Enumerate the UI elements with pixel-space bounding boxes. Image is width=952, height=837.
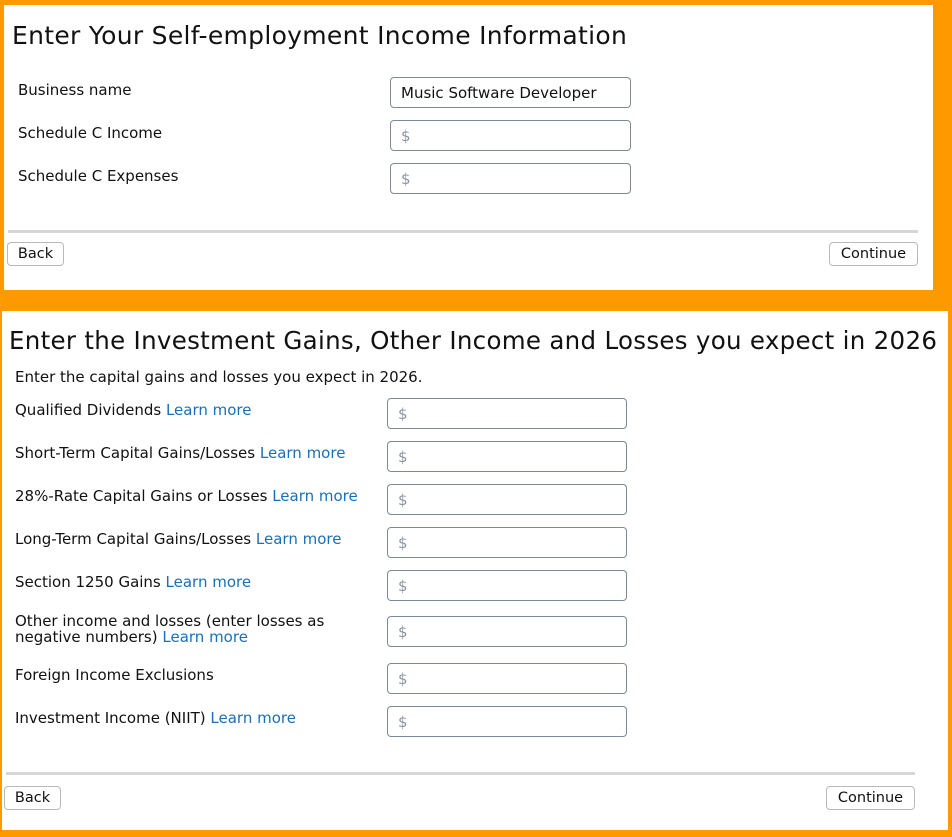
other-income-field[interactable] (387, 616, 627, 647)
rate-28-gains-field[interactable] (387, 484, 627, 515)
learn-more-link[interactable]: Learn more (272, 487, 358, 505)
learn-more-link[interactable]: Learn more (210, 709, 296, 727)
foreign-income-field[interactable] (387, 663, 627, 694)
back-button[interactable]: Back (4, 786, 61, 810)
business-name-label: Business name (18, 81, 132, 99)
niit-label: Investment Income (NIIT) Learn more (15, 710, 296, 726)
page-title: Enter Your Self-employment Income Inform… (12, 21, 628, 50)
long-term-gains-label-text: Long-Term Capital Gains/Losses (15, 530, 252, 548)
rate-28-gains-label: 28%-Rate Capital Gains or Losses Learn m… (15, 488, 358, 504)
back-button[interactable]: Back (7, 242, 64, 266)
section-1250-field[interactable] (387, 570, 627, 601)
short-term-gains-field[interactable] (387, 441, 627, 472)
other-income-label-line2: negative numbers) (15, 628, 158, 646)
schedule-c-income-label: Schedule C Income (18, 124, 163, 142)
qualified-dividends-label: Qualified Dividends Learn more (15, 402, 252, 418)
foreign-income-label: Foreign Income Exclusions (15, 667, 214, 683)
rate-28-gains-label-text: 28%-Rate Capital Gains or Losses (15, 487, 268, 505)
divider (8, 230, 918, 233)
foreign-income-label-text: Foreign Income Exclusions (15, 666, 214, 684)
schedule-c-expenses-label: Schedule C Expenses (18, 167, 179, 185)
learn-more-link[interactable]: Learn more (256, 530, 342, 548)
learn-more-link[interactable]: Learn more (166, 573, 252, 591)
investment-panel: Enter the Investment Gains, Other Income… (2, 311, 948, 830)
divider (6, 772, 915, 775)
long-term-gains-label: Long-Term Capital Gains/Losses Learn mor… (15, 531, 341, 547)
continue-button[interactable]: Continue (826, 786, 915, 810)
learn-more-link[interactable]: Learn more (162, 628, 248, 646)
niit-field[interactable] (387, 706, 627, 737)
other-income-label: Other income and losses (enter losses as… (15, 613, 324, 645)
learn-more-link[interactable]: Learn more (260, 444, 346, 462)
qualified-dividends-label-text: Qualified Dividends (15, 401, 162, 419)
intro-text: Enter the capital gains and losses you e… (15, 368, 423, 386)
schedule-c-expenses-field[interactable] (390, 163, 631, 194)
short-term-gains-label: Short-Term Capital Gains/Losses Learn mo… (15, 445, 345, 461)
long-term-gains-field[interactable] (387, 527, 627, 558)
schedule-c-income-field[interactable] (390, 120, 631, 151)
short-term-gains-label-text: Short-Term Capital Gains/Losses (15, 444, 256, 462)
section-1250-label-text: Section 1250 Gains (15, 573, 161, 591)
business-name-field[interactable] (390, 77, 631, 108)
continue-button[interactable]: Continue (829, 242, 918, 266)
section-1250-label: Section 1250 Gains Learn more (15, 574, 251, 590)
qualified-dividends-field[interactable] (387, 398, 627, 429)
niit-label-text: Investment Income (NIIT) (15, 709, 206, 727)
self-employment-panel: Enter Your Self-employment Income Inform… (4, 5, 933, 290)
page-title: Enter the Investment Gains, Other Income… (9, 326, 938, 355)
learn-more-link[interactable]: Learn more (166, 401, 252, 419)
